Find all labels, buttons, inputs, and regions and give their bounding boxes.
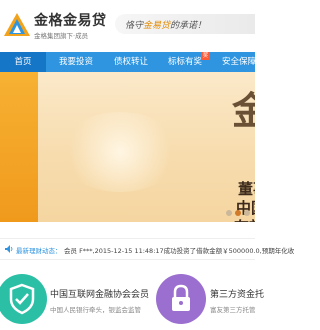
feature-subtitle-association: 中国人民银行牵头，银监会监管	[50, 306, 141, 314]
brand-name[interactable]: 金格金易贷	[34, 10, 107, 30]
brand-subtitle: 金格集团旗下·成员	[34, 32, 89, 40]
nav-item-security[interactable]: 安全保障	[214, 52, 264, 72]
ticker-label: 最新理财动态：	[16, 247, 62, 255]
rewards-badge: 奖	[201, 52, 210, 60]
banner-headline-1: 董事	[238, 180, 255, 198]
nav-item-invest[interactable]: 我要投资	[50, 52, 102, 72]
carousel-dots	[226, 210, 255, 218]
news-ticker: 最新理财动态： 会员 F***,2015-12-15 11:48:17成功投资了…	[0, 238, 294, 260]
hero-banner[interactable]: 金 董事 中国 有就	[0, 72, 255, 222]
slogan-banner: 恪守金易贷的承诺！	[115, 14, 255, 34]
feature-title-custody: 第三方资金托	[210, 290, 265, 300]
banner-glow	[60, 112, 180, 192]
nav-item-debt-transfer[interactable]: 债权转让	[106, 52, 156, 72]
feature-title-association: 中国互联网金融协会会员	[50, 290, 150, 300]
carousel-dot[interactable]	[244, 210, 250, 216]
slogan-suffix: 的承诺！	[170, 21, 207, 31]
lock-icon	[172, 284, 190, 311]
banner-side-strip	[0, 72, 38, 222]
custody-badge	[156, 274, 206, 324]
slogan-highlight: 金易贷	[143, 21, 171, 31]
carousel-dot[interactable]	[226, 210, 232, 216]
logo-icon[interactable]	[2, 10, 32, 40]
speaker-icon	[5, 245, 13, 253]
nav-item-home[interactable]: 首页	[0, 52, 46, 72]
main-nav: 首页 我要投资 债权转让 标标有奖 安全保障	[0, 52, 256, 72]
carousel-dot-active[interactable]	[235, 210, 241, 216]
association-badge	[0, 274, 47, 324]
shield-check-icon	[9, 283, 35, 315]
banner-brand-char: 金	[232, 88, 255, 133]
ticker-message[interactable]: 会员 F***,2015-12-15 11:48:17成功投资了借款金额￥500…	[64, 245, 294, 255]
feature-subtitle-custody: 富友第三方托管	[210, 306, 256, 314]
slogan-text: 恪守金易贷的承诺！	[125, 18, 206, 31]
slogan-prefix: 恪守	[125, 21, 144, 31]
site-header: 金格金易贷 金格集团旗下·成员 恪守金易贷的承诺！	[0, 0, 255, 52]
